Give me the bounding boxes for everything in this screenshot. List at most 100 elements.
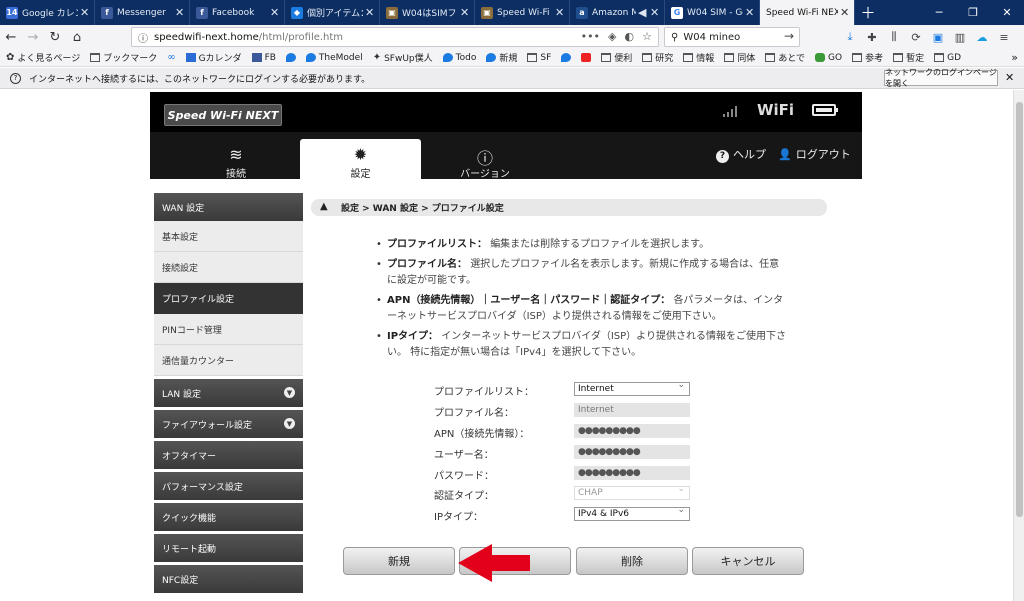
close-icon[interactable]: ✕: [745, 6, 755, 19]
browser-tab-active[interactable]: Speed Wi-Fi NEXT ✕: [760, 0, 855, 25]
close-icon[interactable]: ✕: [840, 6, 850, 19]
search-input[interactable]: ⚲ W04 mineo →: [664, 27, 800, 47]
password-field[interactable]: ●●●●●●●●●: [574, 466, 690, 480]
forward-icon[interactable]: →: [22, 26, 44, 48]
close-icon[interactable]: ✕: [460, 6, 470, 19]
close-icon[interactable]: ✕: [650, 6, 660, 19]
browser-tab[interactable]: ▣ W04はSIMフリー ✕: [380, 0, 475, 25]
scrollbar-thumb[interactable]: [1016, 102, 1023, 517]
sidebar-item-counter[interactable]: 通信量カウンター: [154, 345, 303, 376]
bookmark-item[interactable]: ✿ よく見るページ: [6, 51, 80, 64]
bookmark-item[interactable]: GD: [934, 53, 961, 63]
sync-icon[interactable]: ⟳: [908, 27, 924, 47]
close-icon[interactable]: ✕: [1005, 71, 1014, 84]
library-icon[interactable]: ⫼: [886, 27, 902, 47]
sidebar-item-firewall[interactable]: ファイアウォール設定 ▼: [154, 410, 303, 438]
delete-button[interactable]: 削除: [576, 547, 688, 575]
back-icon[interactable]: ←: [0, 26, 22, 48]
expand-icon[interactable]: ▼: [284, 418, 295, 429]
new-tab-button[interactable]: ＋: [855, 0, 881, 25]
menu-icon[interactable]: ≡: [996, 27, 1012, 47]
auth-type-select[interactable]: CHAP: [574, 484, 690, 500]
bookmark-item[interactable]: 同体: [724, 51, 755, 64]
bookmark-item[interactable]: FB: [251, 53, 276, 63]
sidebar-icon[interactable]: ▥: [952, 27, 968, 47]
apn-field[interactable]: ●●●●●●●●●: [574, 424, 690, 438]
cancel-button[interactable]: キャンセル: [692, 547, 804, 575]
sidebar-item-performance[interactable]: パフォーマンス設定: [154, 472, 303, 500]
pocket-icon[interactable]: ◈: [608, 30, 616, 43]
extension-icon[interactable]: ✚: [864, 27, 880, 47]
close-icon[interactable]: ✕: [80, 6, 90, 19]
browser-tab[interactable]: ▣ Speed Wi-Fi N ✕: [475, 0, 570, 25]
browser-tab[interactable]: f Messenger ✕: [95, 0, 190, 25]
bookmark-star-icon[interactable]: ☆: [642, 30, 652, 43]
bookmark-item[interactable]: Todo: [442, 53, 476, 63]
bookmark-item[interactable]: GO: [815, 53, 842, 63]
bookmark-item[interactable]: ブックマーク: [90, 51, 157, 64]
sidebar-item-connection[interactable]: 接続設定: [154, 252, 303, 283]
sidebar-item-basic[interactable]: 基本設定: [154, 221, 303, 252]
browser-tab[interactable]: 14 Google カレンダ ✕: [0, 0, 95, 25]
close-icon[interactable]: ✕: [270, 6, 280, 19]
sidebar-item-wan[interactable]: WAN 設定: [154, 193, 303, 221]
bookmark-item[interactable]: 研究: [642, 51, 673, 64]
open-login-page-button[interactable]: ネットワークのログインページを開く: [884, 68, 998, 88]
bookmark-item[interactable]: あとで: [765, 51, 805, 64]
nav-tab-version[interactable]: ⓘ バージョン: [444, 139, 526, 180]
sidebar-item-nfc[interactable]: NFC設定: [154, 565, 303, 593]
sidebar-item-pin[interactable]: PINコード管理: [154, 314, 303, 345]
close-icon[interactable]: ✕: [365, 6, 375, 19]
logout-link[interactable]: 👤 ログアウト: [778, 146, 851, 162]
bookmark-item[interactable]: 新規: [486, 51, 517, 64]
chevron-more-icon[interactable]: »: [1011, 51, 1018, 64]
minimize-icon[interactable]: ─: [922, 0, 956, 25]
bookmark-item[interactable]: 便利: [601, 51, 632, 64]
close-icon[interactable]: ✕: [175, 6, 185, 19]
download-icon[interactable]: ⤓: [842, 27, 858, 47]
bookmark-item[interactable]: [581, 53, 592, 62]
browser-tab[interactable]: a Amazon M ◀ ✕: [570, 0, 665, 25]
profile-name-field[interactable]: Internet: [574, 403, 690, 417]
bookmark-item[interactable]: ∞: [167, 52, 175, 63]
ip-type-select[interactable]: IPv4 & IPv6: [574, 505, 690, 521]
nav-tab-connect[interactable]: ≋ 接続: [196, 139, 276, 180]
expand-icon[interactable]: ▼: [284, 387, 295, 398]
bookmark-item[interactable]: 情報: [683, 51, 714, 64]
bookmark-item[interactable]: TheModel: [305, 53, 363, 63]
restore-icon[interactable]: ❐: [956, 0, 990, 25]
reader-icon[interactable]: ◐: [625, 30, 635, 43]
username-field[interactable]: ●●●●●●●●●: [574, 445, 690, 459]
bookmark-item[interactable]: SF: [527, 53, 551, 63]
sidebar-item-lan[interactable]: LAN 設定 ▼: [154, 379, 303, 407]
bookmark-item[interactable]: ✦ SFwUp僕人: [373, 51, 433, 64]
browser-tab[interactable]: ◆ 個別アイテム： ✕: [285, 0, 380, 25]
profile-list-select[interactable]: Internet: [574, 380, 690, 396]
sidebar-item-profile[interactable]: プロファイル設定: [154, 283, 303, 314]
nav-tab-settings[interactable]: ✹ 設定: [300, 139, 421, 180]
home-icon[interactable]: ⌂: [66, 26, 88, 48]
bookmark-item[interactable]: 参考: [852, 51, 883, 64]
bookmark-item[interactable]: [285, 53, 296, 62]
bookmark-item[interactable]: 暫定: [893, 51, 924, 64]
reload-icon[interactable]: ↻: [44, 26, 66, 48]
sidebar-item-remote[interactable]: リモート起動: [154, 534, 303, 562]
help-link[interactable]: ? ヘルプ: [716, 146, 766, 163]
browser-tab[interactable]: f Facebook ✕: [190, 0, 285, 25]
bookmark-item[interactable]: [561, 53, 572, 62]
browser-tab[interactable]: G W04 SIM - Goo ✕: [665, 0, 760, 25]
more-icon[interactable]: •••: [581, 30, 600, 43]
bookmark-item[interactable]: Gカレンダ: [185, 51, 242, 64]
close-window-icon[interactable]: ✕: [990, 0, 1024, 25]
scrollbar[interactable]: [1013, 90, 1024, 601]
close-icon[interactable]: ✕: [555, 6, 565, 19]
url-bar[interactable]: ⓘ speedwifi-next.home/html/profile.htm •…: [131, 27, 659, 47]
info-icon[interactable]: ⓘ: [138, 30, 148, 45]
addon-icon[interactable]: ▣: [930, 27, 946, 47]
cloud-icon[interactable]: ☁: [974, 27, 990, 47]
sidebar-item-quick[interactable]: クイック機能: [154, 503, 303, 531]
sidebar-item-offtimer[interactable]: オフタイマー: [154, 441, 303, 469]
search-go-icon[interactable]: →: [784, 29, 794, 43]
new-button[interactable]: 新規: [343, 547, 455, 575]
speaker-icon[interactable]: ◀: [638, 6, 648, 19]
